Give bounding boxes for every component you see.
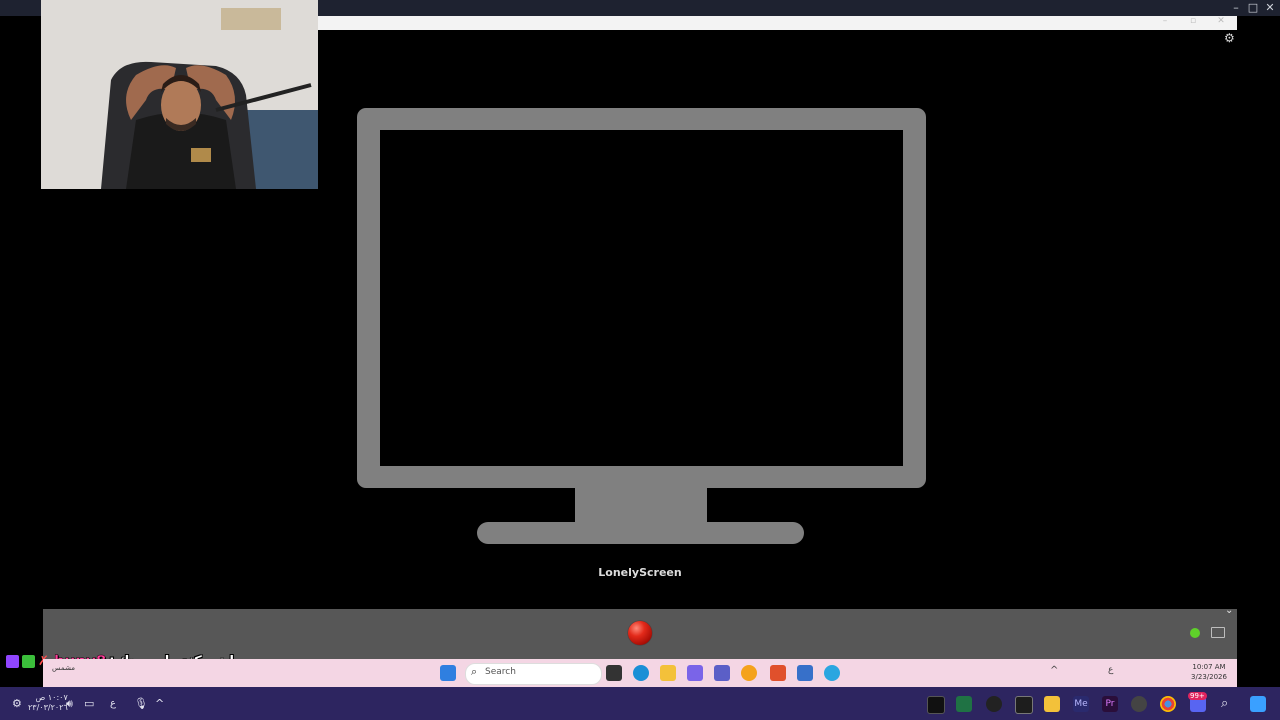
- task-view-icon[interactable]: [606, 665, 622, 681]
- chrome-icon[interactable]: [1160, 696, 1176, 712]
- settings-icon[interactable]: ⚙: [12, 697, 22, 710]
- chevron-up-icon[interactable]: ^: [1050, 665, 1066, 681]
- taskbar-clock[interactable]: ١٠:٠٧ ص ٢٣/٠٣/٢٠٢٦: [28, 693, 68, 713]
- volume-icon[interactable]: 🔊︎: [66, 697, 73, 711]
- webcam-feed: [41, 0, 318, 189]
- inner-clock[interactable]: 10:07 AM 3/23/2026: [1185, 662, 1233, 682]
- inner-clock-date: 3/23/2026: [1191, 673, 1227, 681]
- search-icon: ⌕: [471, 665, 478, 678]
- twitch-badge-icon: [6, 654, 19, 668]
- app-titlebar: – ▫ ✕: [318, 16, 1237, 30]
- microphone-icon[interactable]: 🎙︎: [134, 697, 148, 710]
- taskbar-date: ٢٣/٠٣/٢٠٢٦: [28, 703, 68, 712]
- network-icon[interactable]: ▭: [84, 697, 94, 710]
- status-indicator: [1190, 628, 1200, 638]
- discord-icon[interactable]: [687, 665, 703, 681]
- brave-icon[interactable]: [770, 665, 786, 681]
- excel-icon[interactable]: [956, 696, 972, 712]
- app-window-icon[interactable]: [797, 665, 813, 681]
- app-restore-button[interactable]: ▫: [1184, 16, 1202, 26]
- teams-icon[interactable]: [714, 665, 730, 681]
- monitor-stand-base: [477, 522, 804, 544]
- chevron-up-icon[interactable]: ^: [155, 697, 164, 710]
- copilot-icon[interactable]: [824, 665, 840, 681]
- search-icon[interactable]: ⌕: [1221, 696, 1228, 711]
- record-button[interactable]: [628, 621, 652, 645]
- mirrored-taskbar: ^ ع: [43, 659, 1237, 687]
- notification-badge: 99+: [1188, 692, 1207, 700]
- file-explorer-icon[interactable]: [660, 665, 676, 681]
- language-indicator[interactable]: ع: [110, 698, 116, 709]
- inner-lang-indicator[interactable]: ع: [1108, 665, 1124, 681]
- app-close-button[interactable]: ✕: [1212, 16, 1230, 26]
- folder-icon[interactable]: [1211, 627, 1225, 638]
- github-icon[interactable]: [1131, 696, 1147, 712]
- chrome-icon[interactable]: [741, 665, 757, 681]
- check-badge-icon: [22, 654, 35, 668]
- monitor-screen: [380, 130, 903, 466]
- chevron-down-icon[interactable]: ⌄: [1225, 605, 1233, 616]
- inner-weather-label: مشمس: [52, 664, 75, 672]
- inner-search-placeholder: Search: [485, 667, 516, 677]
- app-dark-icon[interactable]: [986, 696, 1002, 712]
- monitor-stand-neck: [575, 486, 707, 524]
- inner-clock-time: 10:07 AM: [1192, 663, 1226, 671]
- app-name-label: LonelyScreen: [598, 566, 682, 579]
- app-minimize-button[interactable]: –: [1156, 16, 1174, 26]
- edge-icon[interactable]: [633, 665, 649, 681]
- taskbar-time: ١٠:٠٧ ص: [35, 693, 68, 702]
- premiere-icon[interactable]: Pr: [1102, 696, 1118, 712]
- gear-icon[interactable]: ⚙: [1224, 31, 1235, 45]
- close-button[interactable]: ✕: [1260, 1, 1280, 14]
- keyboard-app-icon[interactable]: [1015, 696, 1033, 714]
- obs-icon[interactable]: [927, 696, 945, 714]
- media-encoder-icon[interactable]: Me: [1073, 696, 1089, 712]
- windows-start-icon[interactable]: [440, 665, 456, 681]
- file-explorer-icon[interactable]: [1044, 696, 1060, 712]
- windows-start-icon[interactable]: [1250, 696, 1266, 712]
